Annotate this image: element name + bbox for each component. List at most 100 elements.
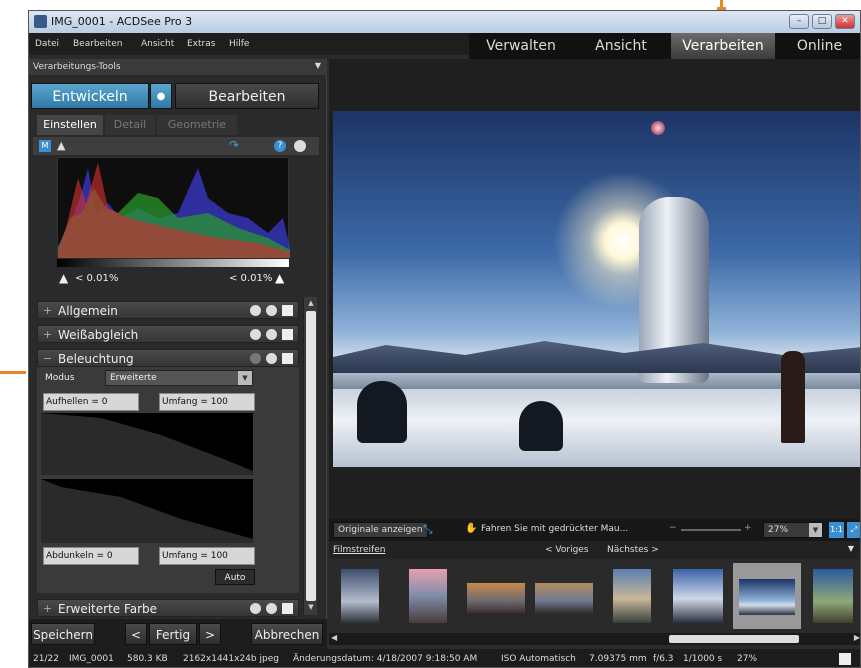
modus-select[interactable]: Erweiterte ▼ xyxy=(105,370,253,386)
collapse-icon: − xyxy=(43,352,53,365)
zoom-in-icon[interactable]: + xyxy=(744,523,752,533)
thumbnail[interactable] xyxy=(535,583,593,613)
options-icon[interactable] xyxy=(266,329,277,340)
clip-left-value: < 0.01% xyxy=(75,273,119,284)
filmstrip-previous[interactable]: < Voriges xyxy=(545,545,589,555)
person-right xyxy=(781,351,805,443)
develop-button[interactable]: Entwickeln xyxy=(31,83,149,109)
image-viewer[interactable] xyxy=(329,59,860,519)
section-beleuchtung[interactable]: − Beleuchtung xyxy=(37,349,299,367)
tab-detail[interactable]: Detail xyxy=(105,115,155,135)
tab-verarbeiten[interactable]: Verarbeiten xyxy=(671,33,775,59)
cancel-button[interactable]: Abbrechen xyxy=(251,623,323,645)
scroll-left-arrow[interactable]: ◀ xyxy=(331,633,337,642)
help-icon[interactable]: ? xyxy=(274,140,286,152)
tab-ansicht[interactable]: Ansicht xyxy=(573,33,669,59)
minimize-button[interactable]: – xyxy=(789,14,809,29)
menu-datei[interactable]: Datei xyxy=(35,39,59,49)
photo-preview[interactable] xyxy=(333,111,860,467)
develop-options-button[interactable]: ● xyxy=(150,83,172,109)
actual-size-button[interactable]: 1:1 xyxy=(829,522,844,538)
menu-ansicht[interactable]: Ansicht xyxy=(141,39,174,49)
clip-left-icon[interactable]: ▲ xyxy=(59,271,68,285)
range-top-slider[interactable]: Umfang = 100 xyxy=(159,393,255,411)
processing-tools-panel: Verarbeitungs-Tools ▼ Entwickeln ● Bearb… xyxy=(29,59,327,619)
auto-button[interactable]: Auto xyxy=(215,569,255,585)
section-erweiterte-farbe[interactable]: + Erweiterte Farbe xyxy=(37,599,299,617)
options-icon[interactable] xyxy=(266,603,277,614)
section-weissabgleich[interactable]: + Weißabgleich xyxy=(37,325,299,343)
thumbnail[interactable] xyxy=(673,569,723,623)
scroll-up-arrow[interactable]: ▲ xyxy=(304,299,318,309)
filmstrip-scroll-thumb[interactable] xyxy=(669,635,799,643)
reset-icon[interactable] xyxy=(250,353,261,364)
menu-hilfe[interactable]: Hilfe xyxy=(229,39,249,49)
zoom-select[interactable]: 27% ▼ xyxy=(763,522,823,538)
maximize-button[interactable]: □ xyxy=(812,14,832,29)
scroll-down-arrow[interactable]: ▼ xyxy=(304,603,318,613)
edit-button[interactable]: Bearbeiten xyxy=(175,83,319,109)
reset-arrow-icon[interactable]: ↷ xyxy=(229,138,239,152)
expand-icon: + xyxy=(43,602,53,615)
warning-toggle-icon[interactable]: ▲ xyxy=(57,139,65,152)
section-allgemein[interactable]: + Allgemein xyxy=(37,301,299,319)
options-icon[interactable] xyxy=(266,353,277,364)
thumbnail[interactable] xyxy=(613,569,651,623)
options-icon[interactable] xyxy=(266,305,277,316)
scroll-thumb[interactable] xyxy=(306,311,316,601)
section-label: Erweiterte Farbe xyxy=(58,602,158,616)
panel-menu-icon[interactable]: ▼ xyxy=(315,61,321,70)
clip-right-icon[interactable]: ▲ xyxy=(275,271,284,285)
enable-checkbox[interactable] xyxy=(282,603,293,614)
reset-icon[interactable] xyxy=(250,329,261,340)
show-original-button[interactable]: Originale anzeigen xyxy=(333,522,428,538)
histogram-mode-icon[interactable]: M xyxy=(39,140,51,152)
enable-checkbox[interactable] xyxy=(282,353,293,364)
tab-geometrie[interactable]: Geometrie xyxy=(157,115,237,135)
tab-verwalten[interactable]: Verwalten xyxy=(471,33,571,59)
modus-label: Modus xyxy=(45,373,75,383)
filmstrip-label: Filmstreifen xyxy=(333,545,386,555)
filmstrip-menu-icon[interactable]: ▼ xyxy=(848,544,854,553)
save-button[interactable]: Speichern xyxy=(31,623,95,645)
status-bar: 21/22 IMG_0001 580.3 KB 2162x1441x24b jp… xyxy=(29,649,860,667)
zoom-value: 27% xyxy=(768,525,789,535)
status-position: 21/22 xyxy=(33,654,59,664)
filmstrip-header: Filmstreifen < Voriges Nächstes > ▼ xyxy=(329,541,860,559)
reset-icon[interactable] xyxy=(250,603,261,614)
expand-icon: + xyxy=(43,328,53,341)
status-shutter: 1/1000 s xyxy=(683,654,723,664)
thumbnail-selected[interactable] xyxy=(733,563,801,629)
settings-icon[interactable] xyxy=(294,140,306,152)
brighten-slider[interactable]: Aufhellen = 0 xyxy=(43,393,139,411)
tools-scrollbar[interactable]: ▲ ▼ xyxy=(303,297,317,615)
status-toggle[interactable] xyxy=(839,653,851,665)
darken-slider[interactable]: Abdunkeln = 0 xyxy=(43,547,139,565)
range-bottom-slider[interactable]: Umfang = 100 xyxy=(159,547,255,565)
thumbnail[interactable] xyxy=(409,569,447,623)
close-button[interactable]: ✕ xyxy=(835,14,855,29)
filmstrip-scrollbar[interactable]: ◀ ▶ xyxy=(329,633,860,645)
zoom-out-icon[interactable]: − xyxy=(669,523,677,533)
tab-einstellen[interactable]: Einstellen xyxy=(37,115,103,135)
filmstrip-next[interactable]: Nächstes > xyxy=(607,545,659,555)
done-button[interactable]: Fertig xyxy=(149,623,197,645)
zoom-slider[interactable] xyxy=(681,529,741,531)
menu-extras[interactable]: Extras xyxy=(187,39,215,49)
enable-checkbox[interactable] xyxy=(282,329,293,340)
status-filename: IMG_0001 xyxy=(69,654,114,664)
chevron-down-icon: ▼ xyxy=(238,371,252,385)
thumbnail[interactable] xyxy=(813,569,853,623)
reset-icon[interactable] xyxy=(250,305,261,316)
fit-screen-button[interactable]: ⤢ xyxy=(847,522,860,538)
hand-icon[interactable]: ✋ xyxy=(465,523,477,534)
scroll-right-arrow[interactable]: ▶ xyxy=(854,633,860,642)
menu-bearbeiten[interactable]: Bearbeiten xyxy=(73,39,122,49)
previous-button[interactable]: < xyxy=(125,623,147,645)
tab-online[interactable]: Online xyxy=(777,33,860,59)
enable-checkbox[interactable] xyxy=(282,305,293,316)
fit-icon[interactable]: ⤡ xyxy=(423,522,433,537)
thumbnail[interactable] xyxy=(467,583,525,613)
thumbnail[interactable] xyxy=(341,569,379,623)
next-button[interactable]: > xyxy=(199,623,221,645)
